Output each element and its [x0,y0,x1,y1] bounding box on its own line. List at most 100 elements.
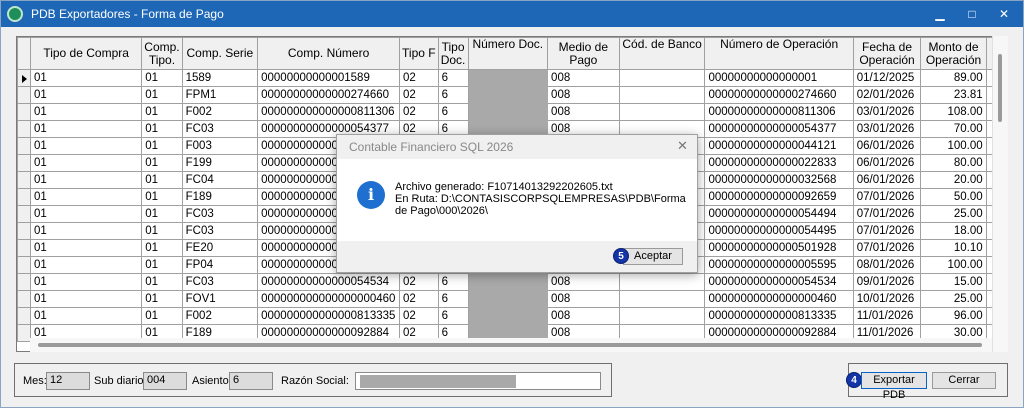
cell-comp-serie[interactable]: FPM1 [181,86,259,104]
cell-fecha-operacion[interactable]: 03/01/2026 [852,103,922,121]
cell-numero-operacion[interactable]: 00000000000000813335 [704,307,854,325]
cell-tipo-doc[interactable]: 6 [437,307,469,325]
cell-fecha-operacion[interactable]: 06/01/2026 [852,171,922,189]
cell-tipo-compra[interactable]: 01 [29,222,143,240]
cell-comp-numero[interactable]: 00000000000000054534 [257,273,401,291]
cell-tipo-f[interactable]: 02 [399,103,439,121]
cell-comp-tipo[interactable]: 01 [141,120,183,138]
cell-numero-doc[interactable] [467,290,549,308]
cell-tipo-compra[interactable]: 01 [29,137,143,155]
cell-numero-operacion[interactable]: 00000000000000054494 [704,205,854,223]
cell-cod-banco[interactable] [618,290,706,308]
cell-medio-pago[interactable]: 008 [547,290,620,308]
cell-cod-banco[interactable] [618,273,706,291]
cell-numero-operacion[interactable]: 00000000000000092659 [704,188,854,206]
col-numero-operacion[interactable]: Número de Operación [704,37,854,70]
maximize-icon[interactable]: □ [959,4,985,24]
row-header[interactable] [17,188,31,206]
cell-numero-operacion[interactable]: 00000000000000054534 [704,273,854,291]
col-tipo-doc[interactable]: Tipo Doc. [437,37,469,70]
cell-tipo-doc[interactable]: 6 [437,290,469,308]
cell-comp-tipo[interactable]: 01 [141,103,183,121]
cell-monto-operacion[interactable]: 25.00 [920,290,987,308]
mes-field[interactable]: 12 [46,372,90,390]
cell-comp-serie[interactable]: FP04 [181,256,259,274]
cell-tipo-doc[interactable]: 6 [437,273,469,291]
row-header[interactable] [17,205,31,223]
cell-numero-operacion[interactable]: 00000000000000811306 [704,103,854,121]
cell-comp-tipo[interactable]: 01 [141,222,183,240]
cell-comp-tipo[interactable]: 01 [141,239,183,257]
cell-cod-banco[interactable] [618,307,706,325]
cell-comp-tipo[interactable]: 01 [141,171,183,189]
col-comp-tipo[interactable]: Comp. Tipo. [141,37,183,70]
cell-comp-tipo[interactable]: 01 [141,205,183,223]
cell-cod-banco[interactable] [618,69,706,87]
row-header[interactable] [17,256,31,274]
cell-numero-operacion[interactable]: 00000000000000501928 [704,239,854,257]
cell-comp-serie[interactable]: FC03 [181,205,259,223]
cell-tipo-compra[interactable]: 01 [29,103,143,121]
subdiario-field[interactable]: 004 [143,372,187,390]
cell-comp-tipo[interactable]: 01 [141,307,183,325]
cell-comp-tipo[interactable]: 01 [141,137,183,155]
row-header[interactable] [17,86,31,104]
cell-medio-pago[interactable]: 008 [547,103,620,121]
cell-numero-doc[interactable] [467,103,549,121]
row-header[interactable] [17,154,31,172]
cell-comp-numero[interactable]: 00000000000001589 [257,69,401,87]
cell-comp-serie[interactable]: FC03 [181,273,259,291]
cell-tipo-compra[interactable]: 01 [29,205,143,223]
close-icon[interactable]: ✕ [991,4,1017,24]
cell-fecha-operacion[interactable]: 06/01/2026 [852,137,922,155]
cell-monto-operacion[interactable]: 100.00 [920,256,987,274]
row-header[interactable] [17,273,31,291]
cell-tipo-doc[interactable]: 6 [437,69,469,87]
cell-comp-serie[interactable]: F002 [181,103,259,121]
cell-comp-tipo[interactable]: 01 [141,154,183,172]
cell-tipo-compra[interactable]: 01 [29,307,143,325]
cell-fecha-operacion[interactable]: 07/01/2026 [852,205,922,223]
cell-fecha-operacion[interactable]: 07/01/2026 [852,222,922,240]
cell-comp-tipo[interactable]: 01 [141,86,183,104]
cell-tipo-compra[interactable]: 01 [29,290,143,308]
cell-comp-serie[interactable]: F002 [181,307,259,325]
close-button[interactable]: Cerrar [932,372,996,389]
cell-numero-doc[interactable] [467,273,549,291]
cell-comp-serie[interactable]: F189 [181,188,259,206]
cell-comp-serie[interactable]: F003 [181,137,259,155]
cell-tipo-f[interactable]: 02 [399,307,439,325]
accept-button[interactable]: Aceptar [623,248,683,265]
cell-numero-operacion[interactable]: 00000000000000005595 [704,256,854,274]
cell-fecha-operacion[interactable]: 06/01/2026 [852,154,922,172]
cell-numero-operacion[interactable]: 00000000000000274660 [704,86,854,104]
cell-tipo-compra[interactable]: 01 [29,154,143,172]
cell-medio-pago[interactable]: 008 [547,86,620,104]
horizontal-scroll-thumb[interactable] [38,343,982,347]
cell-fecha-operacion[interactable]: 02/01/2026 [852,86,922,104]
cell-numero-operacion[interactable]: 00000000000000000460 [704,290,854,308]
cell-tipo-f[interactable]: 02 [399,69,439,87]
cell-monto-operacion[interactable]: 50.00 [920,188,987,206]
razon-social-field[interactable] [355,372,601,390]
cell-numero-operacion[interactable]: 00000000000000054377 [704,120,854,138]
cell-tipo-doc[interactable]: 6 [437,86,469,104]
cell-medio-pago[interactable]: 008 [547,307,620,325]
cell-fecha-operacion[interactable]: 07/01/2026 [852,188,922,206]
col-comp-numero[interactable]: Comp. Número [257,37,401,70]
cell-tipo-f[interactable]: 02 [399,86,439,104]
table-row[interactable]: 01 01 F002 000000000000000811306 02 6 008 00000… [17,103,1007,121]
cell-monto-operacion[interactable]: 18.00 [920,222,987,240]
cell-comp-tipo[interactable]: 01 [141,188,183,206]
cell-tipo-compra[interactable]: 01 [29,86,143,104]
cell-comp-numero[interactable]: 000000000000000813335 [257,307,401,325]
row-header[interactable] [17,137,31,155]
cell-numero-operacion[interactable]: 00000000000000044121 [704,137,854,155]
cell-numero-doc[interactable] [467,307,549,325]
row-header[interactable] [17,103,31,121]
cell-comp-tipo[interactable]: 01 [141,290,183,308]
vertical-scroll-thumb[interactable] [998,54,1002,122]
table-row[interactable]: 01 01 FOV1 000000000000000000460 02 6 008 00000… [17,290,1007,308]
cell-tipo-doc[interactable]: 6 [437,103,469,121]
cell-numero-operacion[interactable]: 00000000000000001 [704,69,854,87]
